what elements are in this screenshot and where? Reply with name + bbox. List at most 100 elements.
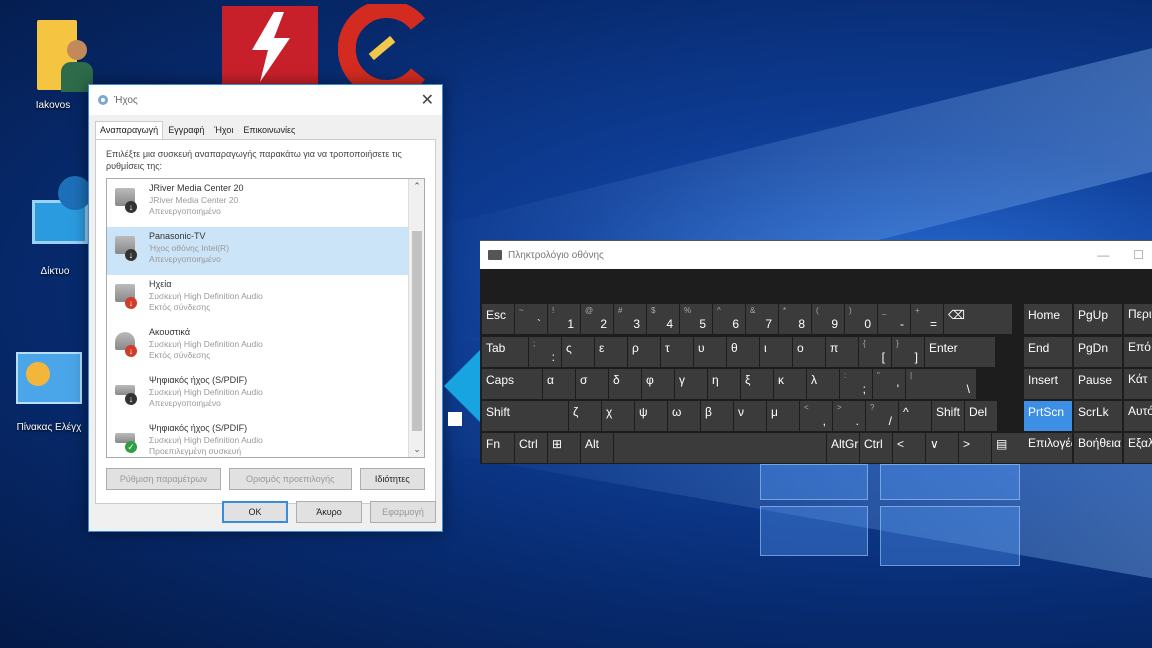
scrollbar-thumb[interactable] bbox=[412, 231, 422, 431]
key-3-9[interactable]: >. bbox=[833, 401, 865, 431]
nav-key-4-0[interactable]: Επιλογές bbox=[1024, 433, 1072, 463]
cancel-button[interactable]: Άκυρο bbox=[296, 501, 362, 523]
key-0-10[interactable]: (9 bbox=[812, 304, 844, 334]
ok-button[interactable]: OK bbox=[222, 501, 288, 523]
key-0-4[interactable]: #3 bbox=[614, 304, 646, 334]
kodi-icon[interactable] bbox=[444, 350, 480, 430]
key-4-8[interactable]: ∨ bbox=[926, 433, 958, 463]
key-0-14[interactable]: ⌫ bbox=[944, 304, 1012, 334]
key-3-2[interactable]: χ bbox=[602, 401, 634, 431]
app-icon-flash[interactable] bbox=[222, 6, 318, 84]
key-3-3[interactable]: ψ bbox=[635, 401, 667, 431]
desktop-icon-user[interactable]: Iakovos bbox=[10, 14, 96, 111]
key-0-13[interactable]: + = bbox=[911, 304, 943, 334]
key-4-9[interactable]: > bbox=[959, 433, 991, 463]
key-4-1[interactable]: Ctrl bbox=[515, 433, 547, 463]
key-2-5[interactable]: γ bbox=[675, 369, 707, 399]
list-item[interactable]: ↓ JRiver Media Center 20 JRiver Media Cen… bbox=[107, 179, 424, 227]
key-3-0[interactable]: Shift bbox=[482, 401, 568, 431]
list-item[interactable]: ↓ Ηχεία Συσκευή High Definition Audio Εκτό… bbox=[107, 275, 424, 323]
key-2-1[interactable]: α bbox=[543, 369, 575, 399]
nav-key-1-2[interactable]: Επό bbox=[1124, 337, 1152, 367]
configure-button[interactable]: Ρύθμιση παραμέτρων bbox=[106, 468, 221, 490]
key-1-7[interactable]: θ bbox=[727, 337, 759, 367]
key-0-12[interactable]: _ - bbox=[878, 304, 910, 334]
key-1-5[interactable]: τ bbox=[661, 337, 693, 367]
nav-key-2-0[interactable]: Insert bbox=[1024, 369, 1072, 399]
nav-key-0-0[interactable]: Home bbox=[1024, 304, 1072, 334]
key-3-7[interactable]: μ bbox=[767, 401, 799, 431]
minimize-icon[interactable]: — bbox=[1097, 248, 1109, 262]
key-3-4[interactable]: ω bbox=[668, 401, 700, 431]
key-1-13[interactable]: Enter bbox=[925, 337, 995, 367]
key-0-5[interactable]: $4 bbox=[647, 304, 679, 334]
key-3-6[interactable]: ν bbox=[734, 401, 766, 431]
key-4-10[interactable]: ▤ bbox=[992, 433, 1024, 463]
nav-key-3-1[interactable]: ScrLk bbox=[1074, 401, 1122, 431]
nav-key-1-0[interactable]: End bbox=[1024, 337, 1072, 367]
key-1-1[interactable]: ;: bbox=[529, 337, 561, 367]
nav-key-1-1[interactable]: PgDn bbox=[1074, 337, 1122, 367]
maximize-icon[interactable]: ☐ bbox=[1133, 248, 1144, 262]
key-0-9[interactable]: * 8 bbox=[779, 304, 811, 334]
key-2-10[interactable]: :; bbox=[840, 369, 872, 399]
dialog-titlebar[interactable]: Ήχος ✕ bbox=[89, 85, 442, 115]
list-item[interactable]: ↓ Ψηφιακός ήχος (S/PDIF) Συσκευή High Def… bbox=[107, 371, 424, 419]
list-item[interactable]: ↓ Panasonic-TV Ήχος οθόνης Intel(R) Απενερ… bbox=[107, 227, 424, 275]
nav-key-0-2[interactable]: Περιή bbox=[1124, 304, 1152, 334]
key-2-6[interactable]: η bbox=[708, 369, 740, 399]
set-default-button[interactable]: Ορισμός προεπιλογής bbox=[228, 468, 352, 490]
key-4-3[interactable]: Alt bbox=[581, 433, 613, 463]
key-4-2[interactable]: ⊞ bbox=[548, 433, 580, 463]
desktop-icon-control-panel[interactable]: Πίνακας Ελέγχ bbox=[6, 344, 92, 433]
key-4-6[interactable]: Ctrl bbox=[860, 433, 892, 463]
nav-key-4-1[interactable]: Βοήθεια bbox=[1074, 433, 1122, 463]
key-3-11[interactable]: ^ bbox=[899, 401, 931, 431]
key-1-9[interactable]: ο bbox=[793, 337, 825, 367]
key-2-0[interactable]: Caps bbox=[482, 369, 542, 399]
key-3-8[interactable]: <, bbox=[800, 401, 832, 431]
key-2-11[interactable]: " ' bbox=[873, 369, 905, 399]
tab-playback[interactable]: Αναπαραγωγή bbox=[95, 121, 164, 139]
key-3-1[interactable]: ζ bbox=[569, 401, 601, 431]
key-3-10[interactable]: ? / bbox=[866, 401, 898, 431]
nav-key-2-2[interactable]: Κάτ bbox=[1124, 369, 1152, 399]
key-2-7[interactable]: ξ bbox=[741, 369, 773, 399]
desktop-icon-network[interactable]: Δίκτυο bbox=[12, 170, 98, 277]
key-1-12[interactable]: }] bbox=[892, 337, 924, 367]
key-1-2[interactable]: ς bbox=[562, 337, 594, 367]
nav-key-0-1[interactable]: PgUp bbox=[1074, 304, 1122, 334]
osk-titlebar[interactable]: Πληκτρολόγιο οθόνης — ☐ bbox=[480, 241, 1152, 269]
properties-button[interactable]: Ιδιότητες bbox=[359, 468, 425, 490]
key-3-5[interactable]: β bbox=[701, 401, 733, 431]
key-1-8[interactable]: ι bbox=[760, 337, 792, 367]
key-0-0[interactable]: Esc bbox=[482, 304, 514, 334]
apply-button[interactable]: Εφαρμογή bbox=[370, 501, 436, 523]
key-2-4[interactable]: φ bbox=[642, 369, 674, 399]
app-icon-ccleaner[interactable] bbox=[337, 0, 434, 98]
key-3-13[interactable]: Del bbox=[965, 401, 997, 431]
nav-key-2-1[interactable]: Pause bbox=[1074, 369, 1122, 399]
tab-recording[interactable]: Εγγραφή bbox=[163, 121, 209, 139]
key-4-4[interactable] bbox=[614, 433, 826, 463]
chevron-up-icon[interactable]: ⌃ bbox=[409, 181, 424, 192]
key-4-5[interactable]: AltGr bbox=[827, 433, 859, 463]
key-4-0[interactable]: Fn bbox=[482, 433, 514, 463]
key-3-12[interactable]: Shift bbox=[932, 401, 964, 431]
tab-communications[interactable]: Επικοινωνίες bbox=[238, 121, 300, 139]
key-1-3[interactable]: ε bbox=[595, 337, 627, 367]
key-4-7[interactable]: < bbox=[893, 433, 925, 463]
key-0-7[interactable]: ^ 6 bbox=[713, 304, 745, 334]
key-0-8[interactable]: & 7 bbox=[746, 304, 778, 334]
chevron-down-icon[interactable]: ⌄ bbox=[409, 444, 424, 455]
key-2-3[interactable]: δ bbox=[609, 369, 641, 399]
key-2-8[interactable]: κ bbox=[774, 369, 806, 399]
key-2-9[interactable]: λ bbox=[807, 369, 839, 399]
nav-key-3-2[interactable]: Αυτόμ bbox=[1124, 401, 1152, 431]
key-0-2[interactable]: ! 1 bbox=[548, 304, 580, 334]
key-0-11[interactable]: ) 0 bbox=[845, 304, 877, 334]
key-0-6[interactable]: % 5 bbox=[680, 304, 712, 334]
list-item[interactable]: ✓ Ψηφιακός ήχος (S/PDIF) Συσκευή High Def… bbox=[107, 419, 424, 457]
list-item[interactable]: ↓ Ακουστικά Συσκευή High Definition Audio… bbox=[107, 323, 424, 371]
key-1-0[interactable]: Tab bbox=[482, 337, 528, 367]
